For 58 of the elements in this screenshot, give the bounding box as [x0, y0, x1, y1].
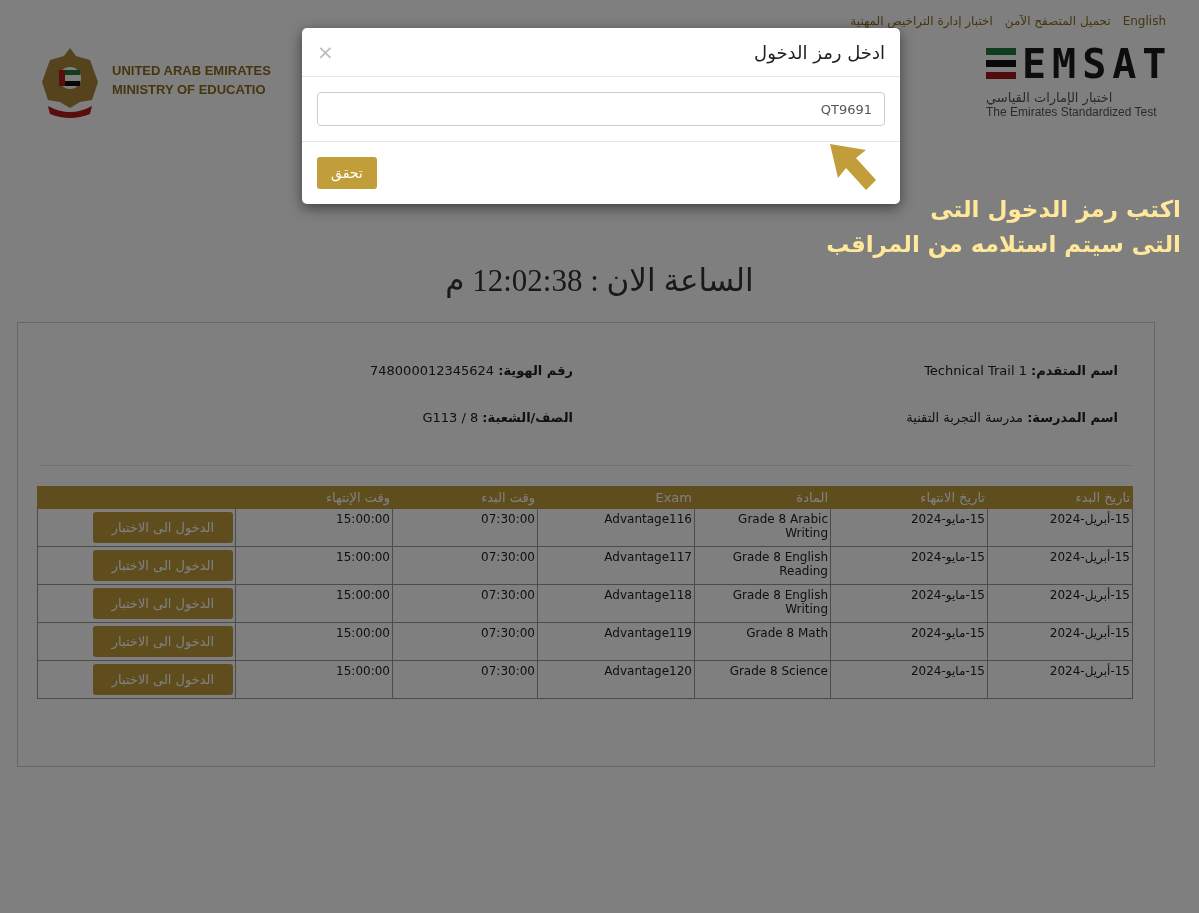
table-cell: 15:00:00 — [235, 660, 393, 699]
start-exam-button[interactable]: الدخول الى الاختبار — [93, 512, 233, 543]
start-exam-button[interactable]: الدخول الى الاختبار — [93, 626, 233, 657]
table-cell: 15:00:00 — [235, 508, 393, 547]
brand-logo: EMSAT — [1022, 43, 1173, 84]
table-cell: 15-مايو-2024 — [830, 546, 988, 585]
table-cell: 15-أبريل-2024 — [987, 584, 1133, 623]
brand-tagline: The Emirates Standardized Test — [986, 104, 1157, 119]
table-cell: Grade 8 Arabic Writing — [694, 508, 831, 547]
table-cell: 15:00:00 — [235, 584, 393, 623]
table-cell: 07:30:00 — [392, 546, 538, 585]
flag-stripes-icon — [986, 48, 1016, 79]
table-cell: 07:30:00 — [392, 584, 538, 623]
column-header: Exam — [537, 486, 695, 509]
brand-subtitle: اختبار الإمارات القياسي — [986, 89, 1113, 105]
table-cell: Advantage116 — [537, 508, 695, 547]
ministry-name: MINISTRY OF EDUCATIO — [112, 81, 267, 99]
table-cell: 07:30:00 — [392, 508, 538, 547]
table-cell: 15:00:00 — [235, 622, 393, 661]
info-field: اسم المدرسة: مدرسة التجربة التقنية — [573, 410, 1118, 425]
table-cell: Grade 8 English Writing — [694, 584, 831, 623]
table-cell: 15-مايو-2024 — [830, 508, 988, 547]
table-cell: 15-أبريل-2024 — [987, 546, 1133, 585]
table-cell: 15-مايو-2024 — [830, 660, 988, 699]
nav-link[interactable]: اختبار إدارة التراخيص المهنية — [850, 14, 993, 28]
column-header: تاريخ البدء — [987, 486, 1133, 509]
table-cell: Advantage120 — [537, 660, 695, 699]
column-header: وقت البدء — [392, 486, 538, 509]
table-cell: Grade 8 English Reading — [694, 546, 831, 585]
verify-button[interactable]: تحقق — [317, 157, 377, 189]
nav-link[interactable]: English — [1122, 14, 1166, 28]
close-button[interactable]: × — [317, 40, 334, 64]
instruction-text: اكتب رمز الدخول التى — [930, 195, 1181, 225]
ministry-name: UNITED ARAB EMIRATES — [112, 62, 271, 81]
start-exam-button[interactable]: الدخول الى الاختبار — [93, 550, 233, 581]
table-cell: 07:30:00 — [392, 622, 538, 661]
table-cell: 15-مايو-2024 — [830, 622, 988, 661]
current-time: الساعة الان : 12:02:38 م — [445, 263, 754, 298]
table-cell: Advantage119 — [537, 622, 695, 661]
column-header: وقت الإنتهاء — [235, 486, 393, 509]
start-exam-button[interactable]: الدخول الى الاختبار — [93, 588, 233, 619]
table-cell: 15-مايو-2024 — [830, 584, 988, 623]
nav-link[interactable]: تحميل المتصفح الآمن — [1004, 14, 1111, 28]
start-exam-button[interactable]: الدخول الى الاختبار — [93, 664, 233, 695]
table-cell: 15-أبريل-2024 — [987, 508, 1133, 547]
table-cell: Advantage118 — [537, 584, 695, 623]
access-code-field[interactable]: QT9691 — [317, 92, 885, 126]
table-cell: Advantage117 — [537, 546, 695, 585]
instruction-text: التى سيتم استلامه من المراقب — [826, 229, 1181, 260]
column-header: تاريخ الانتهاء — [830, 486, 988, 509]
column-header: المادة — [694, 486, 831, 509]
table-cell: 15:00:00 — [235, 546, 393, 585]
table-cell: 15-أبريل-2024 — [987, 660, 1133, 699]
table-cell: Grade 8 Science — [694, 660, 831, 699]
dialog-title: ادخل رمز الدخول — [754, 41, 885, 63]
table-cell: 07:30:00 — [392, 660, 538, 699]
table-cell: 15-أبريل-2024 — [987, 622, 1133, 661]
table-cell: Grade 8 Math — [694, 622, 831, 661]
